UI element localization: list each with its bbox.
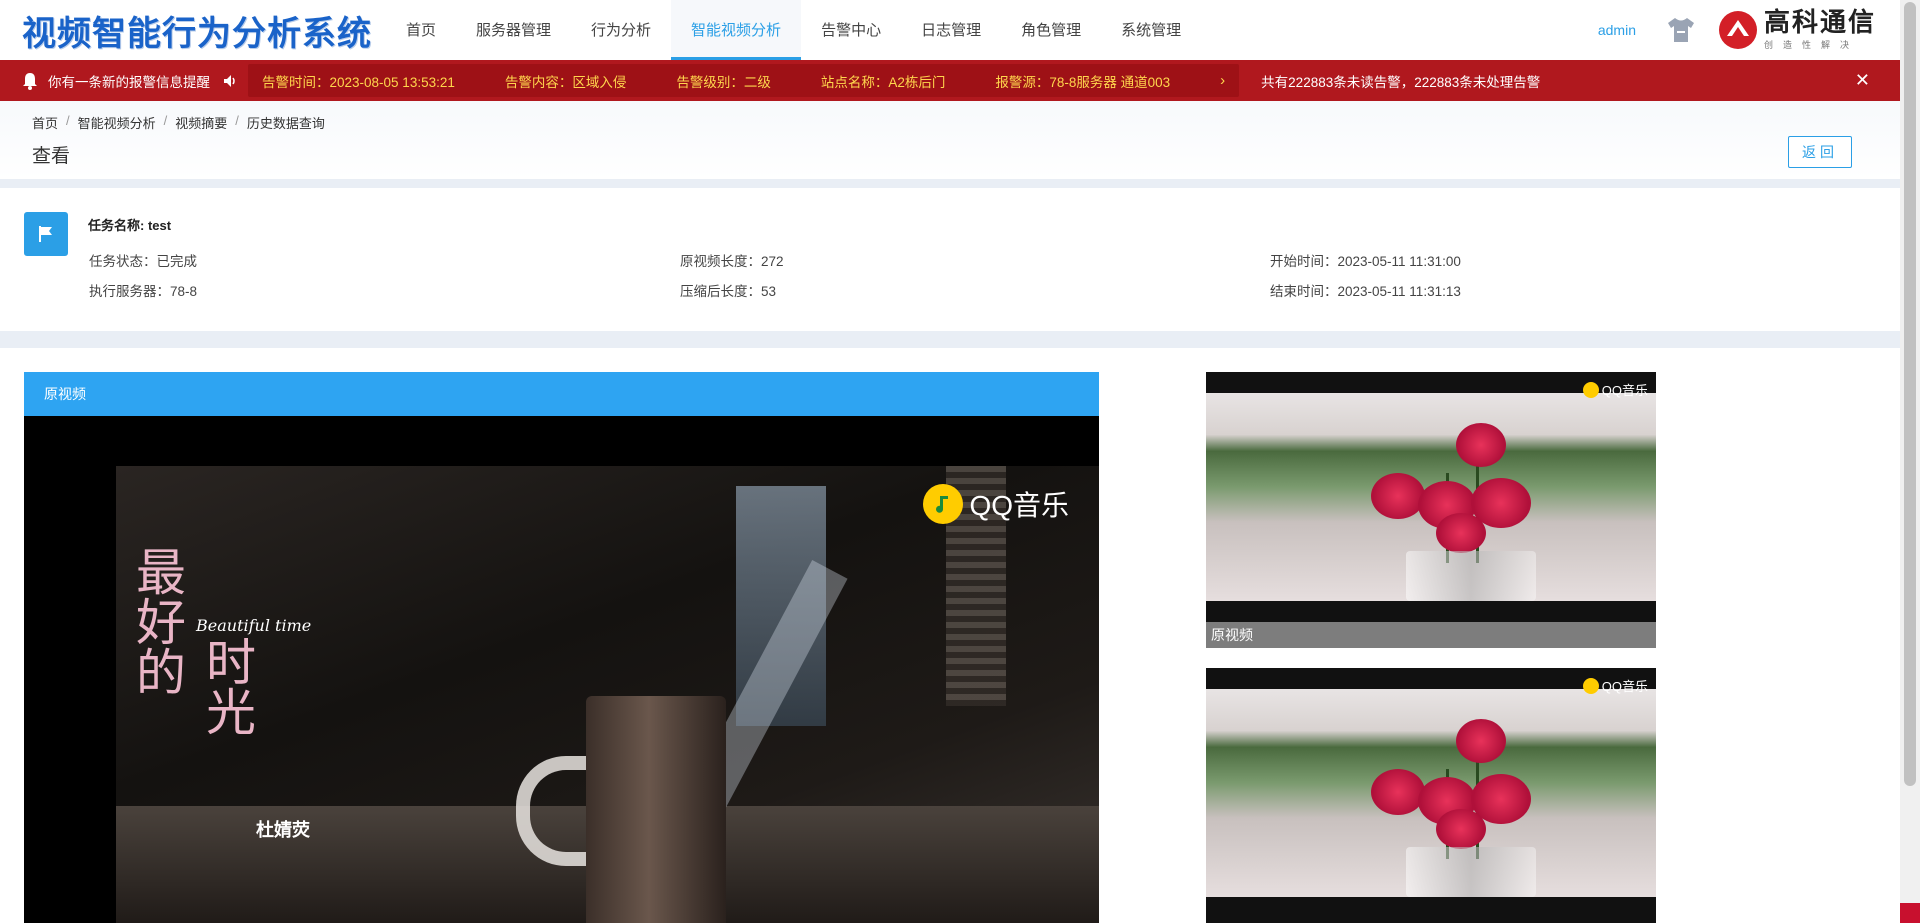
nav-item-system-management[interactable]: 系统管理 <box>1101 0 1201 60</box>
page-header: 首页 / 智能视频分析 / 视频摘要 / 历史数据查询 查看 返回 <box>0 101 1900 179</box>
breadcrumb-separator: / <box>66 113 70 128</box>
alarm-source: 报警源：78-8服务器 通道003 <box>995 74 1171 90</box>
close-icon[interactable]: ✕ <box>1855 70 1870 91</box>
company-name: 高科通信 <box>1763 7 1876 38</box>
nav-item-log-management[interactable]: 日志管理 <box>901 0 1001 60</box>
flower <box>1371 473 1425 519</box>
alarm-time: 告警时间：2023-08-05 13:53:21 <box>262 74 455 90</box>
bell-icon <box>23 72 37 90</box>
flower <box>1436 513 1486 553</box>
video-thumbnail[interactable]: QQ音乐 原视频 <box>1206 372 1656 648</box>
company-tagline: 创造性解决 <box>1763 39 1859 50</box>
chevron-right-icon[interactable]: › <box>1220 72 1225 89</box>
task-name: 任务名称: test <box>88 218 172 233</box>
vase <box>1406 847 1536 897</box>
alarm-detail[interactable]: 告警时间：2023-08-05 13:53:21 告警内容：区域入侵 告警级别：… <box>248 64 1240 97</box>
breadcrumb-separator: / <box>235 113 239 128</box>
music-note-icon <box>1582 677 1599 694</box>
task-flag-badge <box>24 212 68 256</box>
breadcrumb-video-summary[interactable]: 视频摘要 <box>175 113 227 132</box>
task-end-time: 结束时间：2023-05-11 11:31:13 <box>1270 284 1461 299</box>
main-video-player[interactable]: 原视频 最好的 时光 Beautiful time 杜婧荧 QQ音乐 <box>24 372 1099 923</box>
breadcrumb: 首页 / 智能视频分析 / 视频摘要 / 历史数据查询 <box>32 113 325 132</box>
breadcrumb-history-query: 历史数据查询 <box>246 116 325 131</box>
nav-item-behavior-analysis[interactable]: 行为分析 <box>571 0 671 60</box>
task-status: 任务状态：已完成 <box>89 254 197 269</box>
speaker-icon[interactable] <box>222 73 238 89</box>
main-video-frame[interactable]: 最好的 时光 Beautiful time 杜婧荧 QQ音乐 <box>116 466 1099 923</box>
task-original-length: 原视频长度：272 <box>680 254 784 269</box>
alarm-bar: 你有一条新的报警信息提醒 告警时间：2023-08-05 13:53:21 告警… <box>0 60 1900 101</box>
video-thumbnail[interactable]: QQ音乐 <box>1206 668 1656 923</box>
qq-music-label: QQ音乐 <box>969 490 1069 521</box>
alarm-site: 站点名称：A2栋后门 <box>820 74 946 90</box>
nav-item-smart-video-analysis[interactable]: 智能视频分析 <box>671 0 802 60</box>
back-button[interactable]: 返回 <box>1788 136 1852 168</box>
corner-flag-icon <box>1900 903 1920 923</box>
music-note-icon <box>1582 381 1599 398</box>
qq-music-label: QQ音乐 <box>1601 383 1648 398</box>
company-logo-icon <box>1718 11 1757 49</box>
qq-music-watermark: QQ音乐 <box>1582 380 1648 399</box>
video-overlay-script: Beautiful time <box>196 616 312 635</box>
vase <box>1406 551 1536 601</box>
breadcrumb-home[interactable]: 首页 <box>32 113 58 132</box>
flower <box>1456 423 1506 467</box>
alarm-summary: 共有222883条未读告警，222883条未处理告警 <box>1261 74 1541 90</box>
app-title: 视频智能行为分析系统 <box>22 13 372 54</box>
scrollbar-thumb[interactable] <box>1904 2 1916 786</box>
username-link[interactable]: admin <box>1598 22 1636 38</box>
qq-music-label: QQ音乐 <box>1601 679 1648 694</box>
page-title: 查看 <box>32 146 71 167</box>
flower <box>1436 809 1486 849</box>
flower <box>1371 769 1425 815</box>
alarm-title: 你有一条新的报警信息提醒 <box>48 74 210 90</box>
video-overlay-text: 最好的 <box>128 546 186 696</box>
nav-menu: 首页 服务器管理 行为分析 智能视频分析 告警中心 日志管理 角色管理 系统管理 <box>386 0 1201 60</box>
flower <box>1456 719 1506 763</box>
nav-right: admin 高科通信 创造性解决 <box>1598 0 1876 60</box>
top-nav: 视频智能行为分析系统 首页 服务器管理 行为分析 智能视频分析 告警中心 日志管… <box>0 0 1900 60</box>
nav-item-alarm-center[interactable]: 告警中心 <box>801 0 901 60</box>
thumbnail-frame <box>1206 393 1656 601</box>
breadcrumb-smart-video[interactable]: 智能视频分析 <box>78 113 156 132</box>
task-info-card: 任务名称: test 任务状态：已完成 执行服务器：78-8 原视频长度：272… <box>0 188 1900 331</box>
thumbnail-caption: 原视频 <box>1206 622 1656 648</box>
alarm-level: 告警级别：二级 <box>676 74 771 90</box>
video-overlay-singer: 杜婧荧 <box>256 820 310 840</box>
thumbnail-frame <box>1206 689 1656 897</box>
video-scene-mug <box>586 696 726 923</box>
company-logo-text: 高科通信 创造性解决 <box>1764 10 1876 51</box>
qq-music-watermark: QQ音乐 <box>923 484 1069 524</box>
alarm-content: 告警内容：区域入侵 <box>504 74 627 90</box>
task-compressed-length: 压缩后长度：53 <box>680 284 777 299</box>
nav-item-server-management[interactable]: 服务器管理 <box>456 0 571 60</box>
main-video-header: 原视频 <box>24 372 1099 416</box>
flag-icon <box>39 226 52 242</box>
task-start-time: 开始时间：2023-05-11 11:31:00 <box>1270 254 1461 269</box>
page-scrollbar[interactable] <box>1900 0 1920 923</box>
nav-item-home[interactable]: 首页 <box>386 0 456 60</box>
task-server: 执行服务器：78-8 <box>89 284 198 299</box>
music-note-icon <box>923 484 964 524</box>
breadcrumb-separator: / <box>163 113 168 128</box>
qq-music-watermark: QQ音乐 <box>1582 676 1648 695</box>
nav-item-role-management[interactable]: 角色管理 <box>1001 0 1101 60</box>
video-area: 原视频 最好的 时光 Beautiful time 杜婧荧 QQ音乐 QQ音乐 … <box>0 348 1900 923</box>
shirt-icon[interactable] <box>1666 16 1696 44</box>
video-overlay-text: 时光 <box>198 636 256 736</box>
